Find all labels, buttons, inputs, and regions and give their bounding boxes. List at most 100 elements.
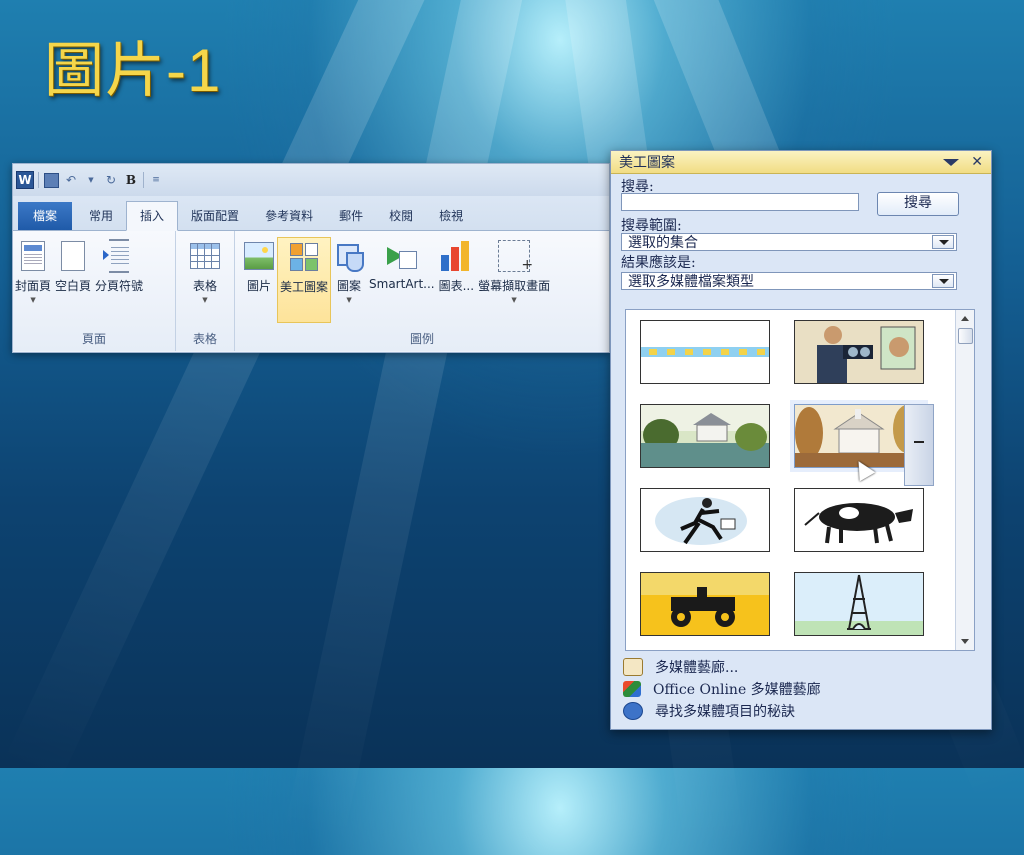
pane-links: 多媒體藝廊... Office Online 多媒體藝廊 尋找多媒體項目的秘訣: [623, 656, 821, 722]
group-name-pages: 頁面: [81, 332, 106, 346]
dropdown-arrow-icon: ▼: [30, 296, 36, 304]
group-tables: 表格 ▼ 表格: [176, 231, 235, 351]
clip-thumbnail-running-man[interactable]: [640, 488, 770, 552]
gallery-icon: [623, 658, 643, 676]
tab-references[interactable]: 參考資料: [252, 202, 326, 230]
scroll-thumb[interactable]: [958, 328, 973, 344]
search-input[interactable]: [621, 193, 859, 211]
office-online-label: Office Online 多媒體藝廊: [653, 682, 821, 698]
page-break-button[interactable]: 分頁符號: [93, 237, 145, 321]
divider: [38, 172, 39, 188]
search-button[interactable]: 搜尋: [877, 192, 959, 216]
save-icon[interactable]: [43, 172, 59, 188]
chart-icon: [440, 239, 472, 273]
tab-view[interactable]: 檢視: [426, 202, 476, 230]
smartart-label: SmartArt...: [369, 277, 435, 291]
office-online-icon: [623, 681, 641, 697]
clip-results: [625, 309, 975, 651]
tips-link[interactable]: 尋找多媒體項目的秘訣: [623, 700, 821, 722]
clip-art-label: 美工圖案: [280, 280, 329, 294]
clip-art-icon: [288, 240, 320, 274]
cover-page-label: 封面頁: [15, 279, 52, 293]
help-icon: [623, 702, 643, 720]
group-illustrations: 圖片 美工圖案 圖案 ▼ SmartArt... 圖表... + 螢幕擷取畫面 …: [235, 231, 609, 351]
pane-title: 美工圖案: [619, 155, 675, 171]
tab-file[interactable]: 檔案: [18, 202, 73, 230]
tab-mailings[interactable]: 郵件: [326, 202, 376, 230]
quick-access-toolbar: W ↶ ▼ ↻ B ≡: [13, 164, 609, 196]
dropdown-arrow-icon[interactable]: [932, 274, 954, 288]
media-gallery-link[interactable]: 多媒體藝廊...: [623, 656, 821, 678]
blank-page-button[interactable]: 空白頁: [53, 237, 93, 321]
clip-thumbnail-border[interactable]: [640, 320, 770, 384]
ribbon-tabs: 檔案 常用 插入 版面配置 參考資料 郵件 校閱 檢視: [13, 196, 609, 231]
undo-icon[interactable]: ↶: [63, 172, 79, 188]
picture-button[interactable]: 圖片: [241, 237, 277, 321]
screenshot-button[interactable]: 螢幕擷取畫面 ▼: [476, 237, 552, 321]
dropdown-arrow-icon: ▼: [202, 296, 208, 304]
group-pages: 封面頁 ▼ 空白頁 分頁符號 頁面: [13, 231, 176, 351]
table-label: 表格: [192, 279, 217, 293]
dropdown-arrow-icon: ▼: [346, 296, 352, 304]
blank-page-label: 空白頁: [55, 279, 92, 293]
slide-title: 圖片-1: [44, 37, 222, 104]
tips-label: 尋找多媒體項目的秘訣: [655, 704, 795, 720]
close-icon[interactable]: ✕: [971, 154, 983, 170]
word-ribbon: W ↶ ▼ ↻ B ≡ 檔案 常用 插入 版面配置 參考資料 郵件 校閱 檢視 …: [12, 163, 610, 353]
shapes-button[interactable]: 圖案 ▼: [331, 237, 367, 321]
clip-art-button[interactable]: 美工圖案: [277, 237, 332, 323]
pane-header: 美工圖案 ✕: [611, 151, 991, 174]
tab-review[interactable]: 校閱: [376, 202, 426, 230]
dropdown-arrow-icon: ▼: [511, 296, 517, 304]
clip-thumbnail-optometrist[interactable]: [794, 320, 924, 384]
screenshot-icon: [498, 239, 533, 273]
shapes-icon: [333, 239, 365, 273]
clip-options-dropdown[interactable]: [904, 404, 934, 486]
table-icon: [189, 239, 221, 273]
page-break-label: 分頁符號: [95, 279, 144, 293]
dropdown-arrow-icon[interactable]: [932, 235, 954, 249]
undo-dropdown-icon[interactable]: ▼: [83, 172, 99, 188]
screenshot-label: 螢幕擷取畫面: [478, 279, 551, 293]
search-scope-label: 搜尋範圍:: [621, 218, 682, 234]
clip-thumbnail-tractor[interactable]: [640, 572, 770, 636]
tab-insert[interactable]: 插入: [126, 201, 179, 231]
office-online-link[interactable]: Office Online 多媒體藝廊: [623, 678, 821, 700]
group-name-illustrations: 圖例: [409, 332, 434, 346]
result-type-value: 選取多媒體檔案類型: [628, 274, 754, 290]
scroll-up-icon[interactable]: [961, 316, 969, 321]
cover-page-button[interactable]: 封面頁 ▼: [13, 237, 53, 321]
results-scrollbar[interactable]: [955, 310, 974, 650]
tab-page-layout[interactable]: 版面配置: [178, 202, 252, 230]
word-logo-icon[interactable]: W: [16, 171, 34, 189]
clip-thumbnail-eiffel-tower[interactable]: [794, 572, 924, 636]
result-type-label: 結果應該是:: [621, 255, 696, 271]
pane-options-icon[interactable]: [943, 158, 960, 166]
customize-toolbar-icon[interactable]: ≡: [148, 172, 164, 188]
divider: [143, 172, 144, 188]
chart-button[interactable]: 圖表...: [437, 237, 476, 321]
cover-page-icon: [17, 239, 49, 273]
media-gallery-label: 多媒體藝廊...: [655, 660, 739, 676]
clip-thumbnail-cow[interactable]: [794, 488, 924, 552]
blank-page-icon: [57, 239, 89, 273]
group-name-tables: 表格: [192, 332, 217, 346]
search-scope-select[interactable]: 選取的集合: [621, 233, 957, 251]
tab-home[interactable]: 常用: [76, 202, 126, 230]
clip-thumbnail-cottage-pond[interactable]: [640, 404, 770, 468]
redo-icon[interactable]: ↻: [103, 172, 119, 188]
bold-icon[interactable]: B: [123, 172, 139, 188]
shapes-label: 圖案: [337, 279, 362, 293]
picture-icon: [243, 239, 275, 273]
smartart-button[interactable]: SmartArt...: [367, 237, 437, 321]
smartart-icon: [386, 239, 418, 273]
result-type-select[interactable]: 選取多媒體檔案類型: [621, 272, 957, 290]
chart-label: 圖表...: [438, 279, 475, 293]
picture-label: 圖片: [246, 279, 271, 293]
page-break-icon: [103, 239, 135, 273]
ribbon-groups: 封面頁 ▼ 空白頁 分頁符號 頁面 表格 ▼ 表格 圖片 美工圖案 圖案 ▼ S…: [13, 231, 609, 351]
scroll-down-icon[interactable]: [961, 639, 969, 644]
table-button[interactable]: 表格 ▼: [187, 237, 223, 321]
clip-art-pane: 美工圖案 ✕ 搜尋: 搜尋 搜尋範圍: 選取的集合 結果應該是: 選取多媒體檔案…: [610, 150, 992, 730]
search-scope-value: 選取的集合: [628, 235, 698, 251]
